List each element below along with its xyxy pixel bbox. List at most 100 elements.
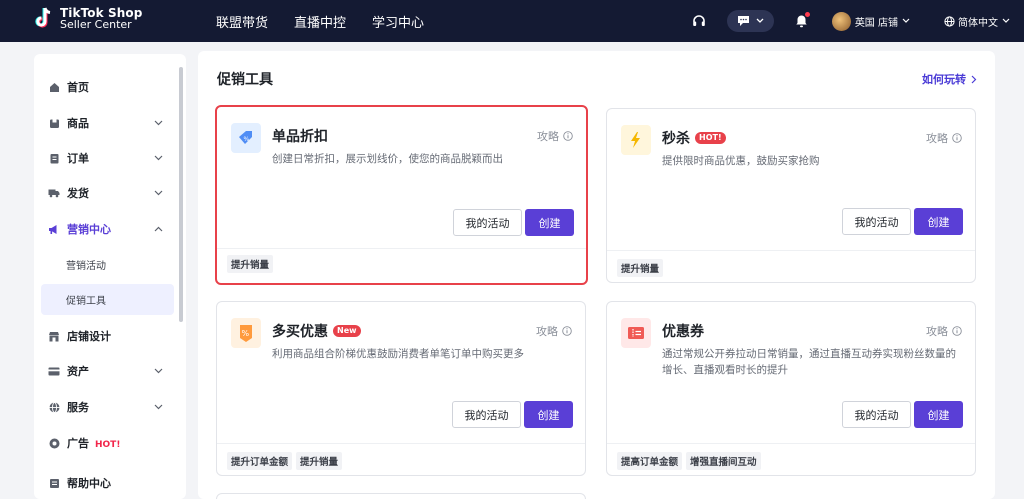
my-activities-button[interactable]: 我的活动 [452, 401, 521, 428]
sidebar-item-home[interactable]: 首页 [34, 72, 184, 102]
top-bar: TikTok Shop Seller Center 联盟带货 直播中控 学习中心… [0, 0, 1024, 42]
card-tag: 提高订单金额 [617, 452, 683, 470]
my-activities-button[interactable]: 我的活动 [842, 208, 911, 235]
card-title-text: 多买优惠 [272, 324, 328, 340]
my-activities-button[interactable]: 我的活动 [453, 209, 522, 236]
top-nav: 联盟带货 直播中控 学习中心 [216, 0, 450, 42]
topnav-learning-center[interactable]: 学习中心 [372, 12, 424, 31]
svg-text:%: % [242, 329, 250, 338]
help-icon [48, 477, 60, 489]
message-dropdown[interactable] [726, 10, 774, 32]
store-selector[interactable]: 英国 店铺 [831, 11, 910, 31]
hot-badge: HOT! [95, 440, 121, 450]
create-button[interactable]: 创建 [525, 209, 574, 236]
sidebar-item-label: 服务 [67, 401, 89, 414]
card-divider [607, 250, 975, 251]
sidebar-item-ads[interactable]: 广告 HOT! [34, 428, 184, 458]
product-icon [48, 117, 60, 129]
card-description: 创建日常折扣，展示划线价，使您的商品脱颖而出 [272, 153, 503, 165]
card-title: 单品折扣 [272, 126, 328, 146]
chat-icon [737, 16, 749, 26]
create-button[interactable]: 创建 [524, 401, 573, 428]
tiktok-shop-logo[interactable]: TikTok Shop Seller Center [34, 6, 142, 32]
guide-link[interactable]: 攻略 [926, 130, 962, 146]
sidebar-item-label: 订单 [67, 152, 89, 165]
topnav-affiliate[interactable]: 联盟带货 [216, 12, 268, 31]
card-title-text: 秒杀 [662, 131, 690, 147]
percent-badge-icon: % [231, 318, 261, 348]
card-title-text: 单品折扣 [272, 129, 328, 145]
card-tags: 提升销量 [227, 255, 274, 273]
sidebar-item-store-design[interactable]: 店铺设计 [34, 321, 184, 351]
sidebar-item-label: 商品 [67, 117, 89, 130]
my-activities-button[interactable]: 我的活动 [842, 401, 911, 428]
create-button[interactable]: 创建 [914, 401, 963, 428]
tiktok-logo-icon [34, 6, 54, 32]
sidebar-subitem-label: 营销活动 [66, 261, 106, 272]
sidebar-scrollbar[interactable] [179, 67, 183, 322]
chevron-up-icon [154, 226, 163, 232]
card-divider [217, 443, 585, 444]
language-selector[interactable]: 简体中文 [944, 14, 1010, 29]
card-tag: 提升销量 [227, 255, 274, 273]
sidebar-item-assets[interactable]: 资产 [34, 356, 184, 386]
create-button[interactable]: 创建 [914, 208, 963, 235]
how-to-link[interactable]: 如何玩转 [922, 71, 978, 87]
card-divider [217, 248, 586, 249]
sidebar-item-orders[interactable]: 订单 [34, 143, 184, 173]
chevron-down-icon [154, 368, 163, 374]
chevron-down-icon [154, 404, 163, 410]
globe-icon [944, 15, 955, 27]
svg-text:%: % [244, 136, 250, 143]
sidebar-item-marketing[interactable]: 营销中心 [34, 214, 184, 244]
chevron-down-icon [902, 18, 910, 23]
promo-card-coupon: 优惠券 通过常规公开券拉动日常销量，通过直播互动券实现粉丝数量的增长、直播观看时… [606, 301, 976, 476]
store-name: 英国 店铺 [854, 17, 898, 29]
guide-link[interactable]: 攻略 [537, 128, 573, 144]
sidebar-subitem-campaigns[interactable]: 营销活动 [41, 249, 174, 280]
megaphone-icon [48, 223, 60, 235]
sidebar-item-label-wrap: 广告 HOT! [67, 435, 120, 451]
card-title-text: 优惠券 [662, 324, 704, 340]
card-tags: 提升订单金额 提升销量 [227, 452, 343, 470]
brand-line2: Seller Center [60, 18, 132, 31]
sidebar: 首页 商品 订单 发货 营销中心 营销活动 促销工具 店铺设计 资产 服务 广告… [34, 54, 186, 499]
sidebar-subitem-promo-tools[interactable]: 促销工具 [41, 284, 174, 315]
sidebar-subitem-label: 促销工具 [66, 296, 106, 307]
card-title: 多买优惠 New [272, 321, 361, 341]
guide-label: 攻略 [537, 130, 559, 143]
chevron-down-icon [756, 18, 764, 23]
card-description: 通过常规公开券拉动日常销量，通过直播互动券实现粉丝数量的增长、直播观看时长的提升 [662, 348, 956, 376]
order-icon [48, 152, 60, 164]
page-title: 促销工具 [217, 72, 273, 88]
headset-icon[interactable] [689, 11, 709, 31]
card-tag: 提升订单金额 [227, 452, 293, 470]
guide-label: 攻略 [926, 132, 948, 145]
lightning-icon [621, 125, 651, 155]
sidebar-item-products[interactable]: 商品 [34, 108, 184, 138]
promo-card-next [216, 493, 586, 499]
card-tags: 提升销量 [617, 259, 664, 277]
guide-label: 攻略 [926, 325, 948, 338]
info-icon [563, 131, 573, 141]
card-tag: 提升销量 [296, 452, 343, 470]
sidebar-item-label: 广告 [67, 437, 89, 450]
info-icon [952, 133, 962, 143]
how-to-link-label: 如何玩转 [922, 73, 966, 86]
chevron-down-icon [154, 155, 163, 161]
sidebar-item-label: 营销中心 [67, 223, 111, 236]
sidebar-item-help[interactable]: 帮助中心 [34, 468, 184, 498]
discount-tag-icon: % [231, 123, 261, 153]
card-description: 提供限时商品优惠，鼓励买家抢购 [662, 155, 820, 167]
sidebar-item-label: 发货 [67, 187, 89, 200]
card-description: 利用商品组合阶梯优惠鼓励消费者单笔订单中购买更多 [272, 348, 524, 360]
sidebar-item-services[interactable]: 服务 [34, 392, 184, 422]
topnav-live-control[interactable]: 直播中控 [294, 12, 346, 31]
promo-card-flash-sale: 秒杀 HOT! 提供限时商品优惠，鼓励买家抢购 攻略 我的活动 创建 提升销量 [606, 108, 976, 283]
sidebar-item-shipping[interactable]: 发货 [34, 178, 184, 208]
guide-link[interactable]: 攻略 [536, 323, 572, 339]
notification-bell-icon[interactable] [792, 11, 812, 31]
guide-link[interactable]: 攻略 [926, 323, 962, 339]
truck-icon [48, 187, 60, 199]
card-divider [607, 443, 975, 444]
